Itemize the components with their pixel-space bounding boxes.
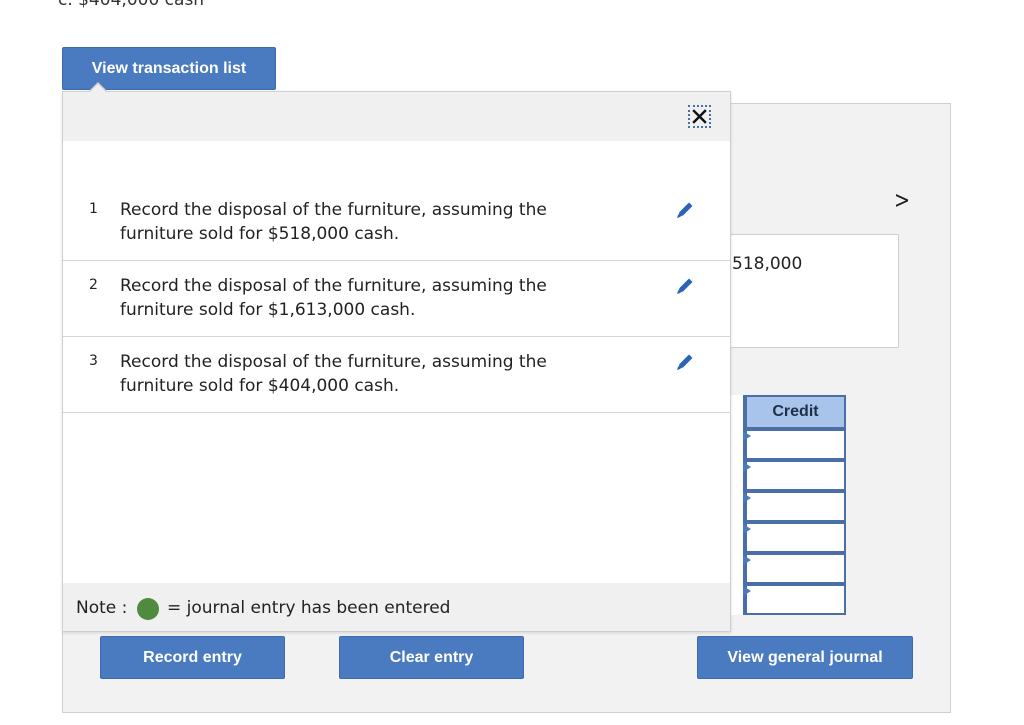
- credit-cell[interactable]: [745, 460, 846, 491]
- transaction-amount: 518,000: [732, 254, 803, 274]
- clear-entry-button[interactable]: Clear entry: [339, 636, 524, 679]
- journal-table: Credit: [730, 395, 846, 615]
- pencil-icon[interactable]: [674, 275, 696, 297]
- question-text-clipped: c. $404,000 cash: [58, 0, 205, 10]
- record-entry-button[interactable]: Record entry: [100, 636, 285, 679]
- green-dot-icon: [137, 598, 159, 620]
- credit-cell[interactable]: [745, 553, 846, 584]
- credit-cell[interactable]: [745, 584, 846, 615]
- transaction-list-popup: 1 Record the disposal of the furniture, …: [62, 91, 731, 632]
- transaction-number: 3: [89, 353, 98, 369]
- pencil-icon[interactable]: [674, 199, 696, 221]
- row-marker-icon: [743, 431, 751, 441]
- row-marker-icon: [743, 493, 751, 503]
- close-icon[interactable]: [688, 105, 711, 128]
- transaction-row-3: 3 Record the disposal of the furniture, …: [63, 337, 730, 413]
- credit-cell[interactable]: [745, 491, 846, 522]
- pencil-icon[interactable]: [674, 351, 696, 373]
- row-marker-icon: [743, 586, 751, 596]
- popup-pointer-fill: [89, 84, 107, 93]
- transaction-row-1: 1 Record the disposal of the furniture, …: [63, 185, 730, 261]
- credit-cell[interactable]: [745, 429, 846, 460]
- transaction-description: Record the disposal of the furniture, as…: [120, 352, 547, 396]
- debit-column-edge: [730, 395, 745, 615]
- transaction-amount-box: [727, 234, 899, 348]
- page: c. $404,000 cash > 518,000 Credit Record…: [0, 0, 1024, 725]
- chevron-right-icon[interactable]: >: [894, 186, 910, 214]
- popup-header: [63, 92, 730, 141]
- credit-cell[interactable]: [745, 522, 846, 553]
- credit-column-header: Credit: [745, 395, 846, 429]
- row-marker-icon: [743, 524, 751, 534]
- note-bar: Note : = journal entry has been entered: [63, 583, 730, 631]
- transaction-row-2: 2 Record the disposal of the furniture, …: [63, 261, 730, 337]
- row-marker-icon: [743, 462, 751, 472]
- view-general-journal-button[interactable]: View general journal: [697, 636, 913, 679]
- transaction-number: 2: [89, 277, 98, 293]
- transaction-description: Record the disposal of the furniture, as…: [120, 276, 547, 320]
- row-marker-icon: [743, 555, 751, 565]
- note-label: Note :: [76, 598, 128, 618]
- transaction-description: Record the disposal of the furniture, as…: [120, 200, 547, 244]
- transaction-number: 1: [89, 201, 98, 217]
- note-text: = journal entry has been entered: [167, 598, 451, 618]
